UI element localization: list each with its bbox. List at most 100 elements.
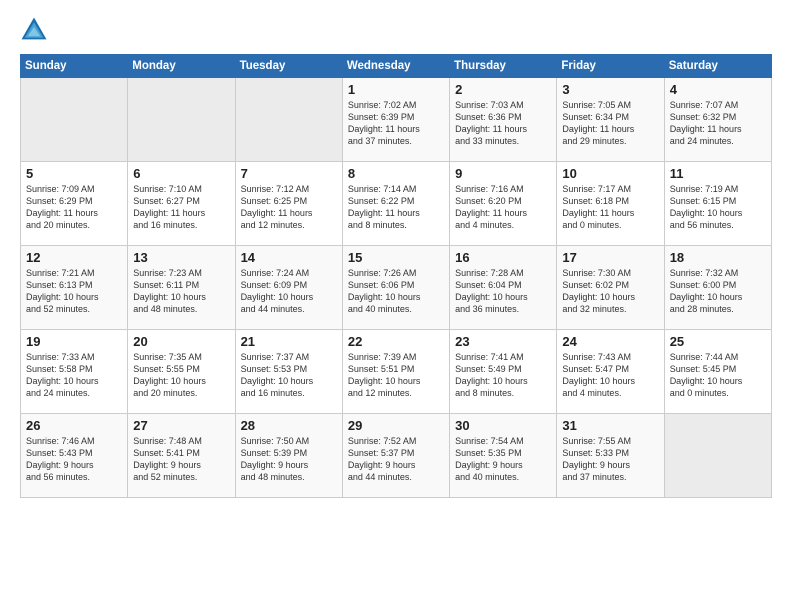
cell-info: Sunrise: 7:16 AM Sunset: 6:20 PM Dayligh… xyxy=(455,183,551,232)
day-header-wednesday: Wednesday xyxy=(342,55,449,78)
day-number: 3 xyxy=(562,82,658,97)
calendar-cell: 7Sunrise: 7:12 AM Sunset: 6:25 PM Daylig… xyxy=(235,162,342,246)
cell-info: Sunrise: 7:28 AM Sunset: 6:04 PM Dayligh… xyxy=(455,267,551,316)
day-number: 31 xyxy=(562,418,658,433)
day-header-monday: Monday xyxy=(128,55,235,78)
cell-info: Sunrise: 7:48 AM Sunset: 5:41 PM Dayligh… xyxy=(133,435,229,484)
day-header-thursday: Thursday xyxy=(450,55,557,78)
day-number: 8 xyxy=(348,166,444,181)
calendar-cell: 27 Sunrise: 7:48 AM Sunset: 5:41 PM Dayli… xyxy=(128,414,235,498)
day-number: 1 xyxy=(348,82,444,97)
day-number: 22 xyxy=(348,334,444,349)
day-number: 11 xyxy=(670,166,766,181)
calendar-cell: 10 Sunrise: 7:17 AM Sunset: 6:18 PM Dayli… xyxy=(557,162,664,246)
cell-info: Sunrise: 7:44 AM Sunset: 5:45 PM Dayligh… xyxy=(670,351,766,400)
day-number: 19 xyxy=(26,334,122,349)
day-number: 16 xyxy=(455,250,551,265)
day-header-sunday: Sunday xyxy=(21,55,128,78)
calendar-cell: 14 Sunrise: 7:24 AM Sunset: 6:09 PM Dayli… xyxy=(235,246,342,330)
day-number: 10 xyxy=(562,166,658,181)
cell-info: Sunrise: 7:33 AM Sunset: 5:58 PM Dayligh… xyxy=(26,351,122,400)
day-number: 21 xyxy=(241,334,337,349)
day-number: 23 xyxy=(455,334,551,349)
cell-info: Sunrise: 7:07 AM Sunset: 6:32 PM Dayligh… xyxy=(670,99,766,148)
calendar-cell: 31 Sunrise: 7:55 AM Sunset: 5:33 PM Dayli… xyxy=(557,414,664,498)
day-number: 25 xyxy=(670,334,766,349)
calendar-cell: 21 Sunrise: 7:37 AM Sunset: 5:53 PM Dayli… xyxy=(235,330,342,414)
cell-info: Sunrise: 7:03 AM Sunset: 6:36 PM Dayligh… xyxy=(455,99,551,148)
cell-info: Sunrise: 7:52 AM Sunset: 5:37 PM Dayligh… xyxy=(348,435,444,484)
day-number: 27 xyxy=(133,418,229,433)
calendar-cell: 28Sunrise: 7:50 AM Sunset: 5:39 PM Dayli… xyxy=(235,414,342,498)
cell-info: Sunrise: 7:54 AM Sunset: 5:35 PM Dayligh… xyxy=(455,435,551,484)
page: SundayMondayTuesdayWednesdayThursdayFrid… xyxy=(0,0,792,612)
cell-info: Sunrise: 7:32 AM Sunset: 6:00 PM Dayligh… xyxy=(670,267,766,316)
calendar-cell: 22Sunrise: 7:39 AM Sunset: 5:51 PM Dayli… xyxy=(342,330,449,414)
cell-info: Sunrise: 7:05 AM Sunset: 6:34 PM Dayligh… xyxy=(562,99,658,148)
cell-info: Sunrise: 7:37 AM Sunset: 5:53 PM Dayligh… xyxy=(241,351,337,400)
day-number: 17 xyxy=(562,250,658,265)
day-number: 6 xyxy=(133,166,229,181)
day-number: 5 xyxy=(26,166,122,181)
calendar-cell xyxy=(21,78,128,162)
cell-info: Sunrise: 7:26 AM Sunset: 6:06 PM Dayligh… xyxy=(348,267,444,316)
cell-info: Sunrise: 7:10 AM Sunset: 6:27 PM Dayligh… xyxy=(133,183,229,232)
calendar-cell: 13Sunrise: 7:23 AM Sunset: 6:11 PM Dayli… xyxy=(128,246,235,330)
cell-info: Sunrise: 7:24 AM Sunset: 6:09 PM Dayligh… xyxy=(241,267,337,316)
cell-info: Sunrise: 7:17 AM Sunset: 6:18 PM Dayligh… xyxy=(562,183,658,232)
calendar-cell: 5 Sunrise: 7:09 AM Sunset: 6:29 PM Daylig… xyxy=(21,162,128,246)
day-number: 29 xyxy=(348,418,444,433)
calendar-cell xyxy=(128,78,235,162)
calendar-cell xyxy=(664,414,771,498)
cell-info: Sunrise: 7:35 AM Sunset: 5:55 PM Dayligh… xyxy=(133,351,229,400)
cell-info: Sunrise: 7:19 AM Sunset: 6:15 PM Dayligh… xyxy=(670,183,766,232)
day-number: 28 xyxy=(241,418,337,433)
cell-info: Sunrise: 7:02 AM Sunset: 6:39 PM Dayligh… xyxy=(348,99,444,148)
calendar-cell: 30 Sunrise: 7:54 AM Sunset: 5:35 PM Dayli… xyxy=(450,414,557,498)
day-number: 15 xyxy=(348,250,444,265)
day-header-tuesday: Tuesday xyxy=(235,55,342,78)
day-header-saturday: Saturday xyxy=(664,55,771,78)
calendar-cell: 17 Sunrise: 7:30 AM Sunset: 6:02 PM Dayli… xyxy=(557,246,664,330)
logo-icon xyxy=(20,16,48,44)
cell-info: Sunrise: 7:46 AM Sunset: 5:43 PM Dayligh… xyxy=(26,435,122,484)
logo xyxy=(20,16,52,44)
calendar-cell: 19 Sunrise: 7:33 AM Sunset: 5:58 PM Dayli… xyxy=(21,330,128,414)
day-number: 30 xyxy=(455,418,551,433)
calendar-cell: 6 Sunrise: 7:10 AM Sunset: 6:27 PM Daylig… xyxy=(128,162,235,246)
cell-info: Sunrise: 7:09 AM Sunset: 6:29 PM Dayligh… xyxy=(26,183,122,232)
calendar-cell: 26 Sunrise: 7:46 AM Sunset: 5:43 PM Dayli… xyxy=(21,414,128,498)
header-row: SundayMondayTuesdayWednesdayThursdayFrid… xyxy=(21,55,772,78)
calendar-cell xyxy=(235,78,342,162)
calendar-cell: 11 Sunrise: 7:19 AM Sunset: 6:15 PM Dayli… xyxy=(664,162,771,246)
week-row-4: 19 Sunrise: 7:33 AM Sunset: 5:58 PM Dayli… xyxy=(21,330,772,414)
calendar-cell: 15 Sunrise: 7:26 AM Sunset: 6:06 PM Dayli… xyxy=(342,246,449,330)
cell-info: Sunrise: 7:14 AM Sunset: 6:22 PM Dayligh… xyxy=(348,183,444,232)
day-number: 18 xyxy=(670,250,766,265)
day-number: 26 xyxy=(26,418,122,433)
calendar-table: SundayMondayTuesdayWednesdayThursdayFrid… xyxy=(20,54,772,498)
calendar-cell: 3 Sunrise: 7:05 AM Sunset: 6:34 PM Daylig… xyxy=(557,78,664,162)
day-number: 13 xyxy=(133,250,229,265)
week-row-5: 26 Sunrise: 7:46 AM Sunset: 5:43 PM Dayli… xyxy=(21,414,772,498)
day-number: 4 xyxy=(670,82,766,97)
day-header-friday: Friday xyxy=(557,55,664,78)
week-row-1: 1 Sunrise: 7:02 AM Sunset: 6:39 PM Daylig… xyxy=(21,78,772,162)
calendar-cell: 20Sunrise: 7:35 AM Sunset: 5:55 PM Dayli… xyxy=(128,330,235,414)
day-number: 14 xyxy=(241,250,337,265)
calendar-cell: 23 Sunrise: 7:41 AM Sunset: 5:49 PM Dayli… xyxy=(450,330,557,414)
calendar-cell: 25 Sunrise: 7:44 AM Sunset: 5:45 PM Dayli… xyxy=(664,330,771,414)
calendar-cell: 16 Sunrise: 7:28 AM Sunset: 6:04 PM Dayli… xyxy=(450,246,557,330)
calendar-cell: 18 Sunrise: 7:32 AM Sunset: 6:00 PM Dayli… xyxy=(664,246,771,330)
calendar-cell: 12Sunrise: 7:21 AM Sunset: 6:13 PM Dayli… xyxy=(21,246,128,330)
cell-info: Sunrise: 7:55 AM Sunset: 5:33 PM Dayligh… xyxy=(562,435,658,484)
calendar-cell: 8 Sunrise: 7:14 AM Sunset: 6:22 PM Daylig… xyxy=(342,162,449,246)
calendar-cell: 24Sunrise: 7:43 AM Sunset: 5:47 PM Dayli… xyxy=(557,330,664,414)
calendar-cell: 29 Sunrise: 7:52 AM Sunset: 5:37 PM Dayli… xyxy=(342,414,449,498)
cell-info: Sunrise: 7:21 AM Sunset: 6:13 PM Dayligh… xyxy=(26,267,122,316)
cell-info: Sunrise: 7:41 AM Sunset: 5:49 PM Dayligh… xyxy=(455,351,551,400)
header xyxy=(20,16,772,44)
cell-info: Sunrise: 7:30 AM Sunset: 6:02 PM Dayligh… xyxy=(562,267,658,316)
day-number: 24 xyxy=(562,334,658,349)
calendar-cell: 4 Sunrise: 7:07 AM Sunset: 6:32 PM Daylig… xyxy=(664,78,771,162)
